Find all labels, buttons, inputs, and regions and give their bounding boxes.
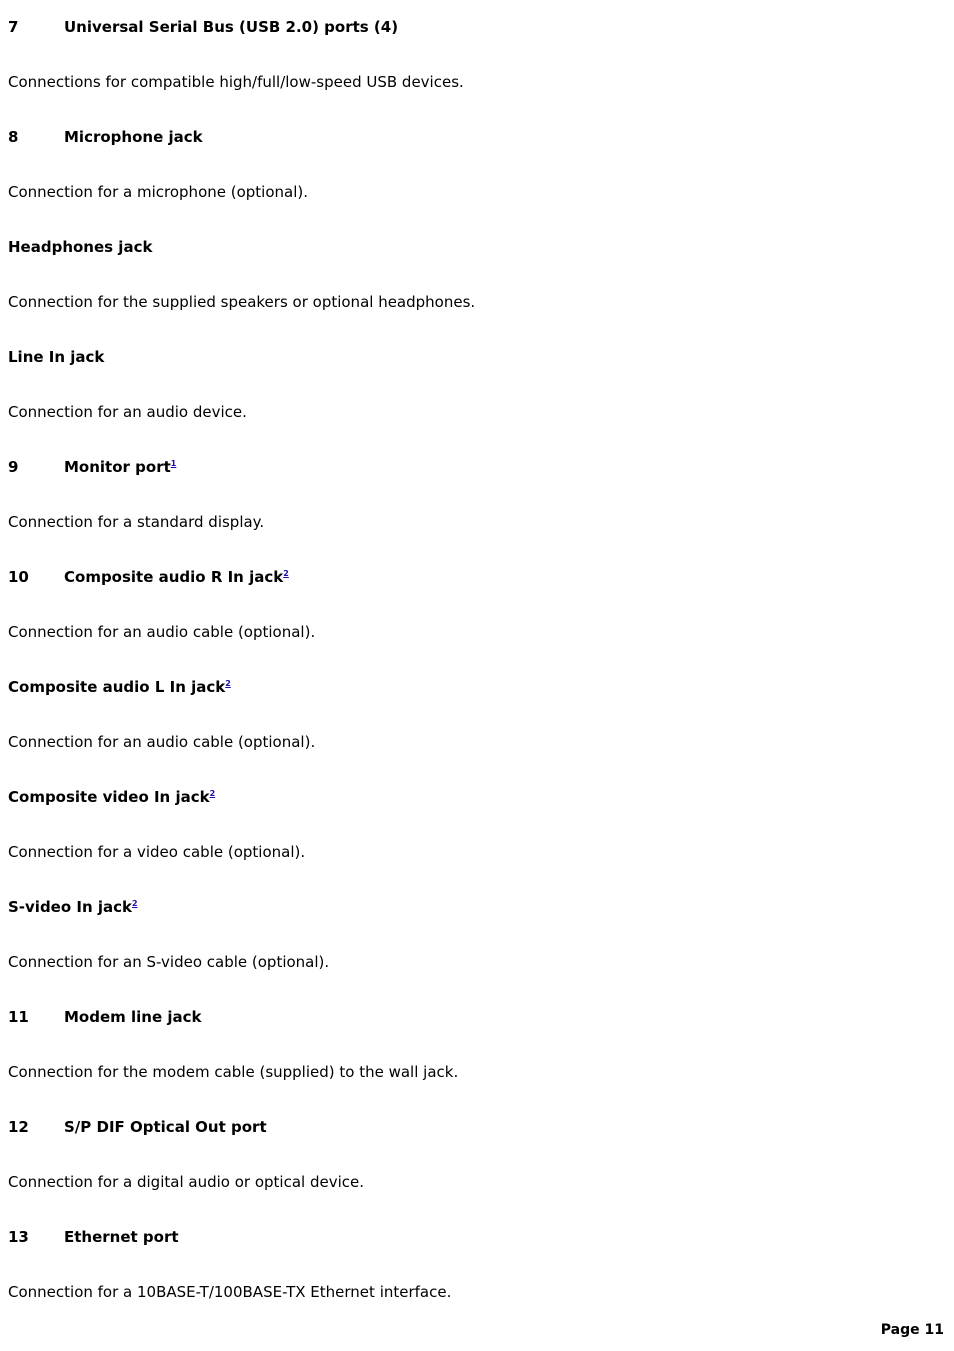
port-entry-label: Headphones jack: [8, 238, 153, 256]
port-entry-number: 9: [8, 458, 19, 476]
port-entry: 13 Ethernet port Connection for a 10BASE-T…: [8, 1228, 944, 1302]
port-entry-label: Modem line jack: [64, 1008, 202, 1026]
port-entry: 7 Universal Serial Bus (USB 2.0) ports (4…: [8, 18, 944, 128]
port-entry-label: Composite audio R In jack: [64, 568, 284, 586]
port-entry-label: Composite audio L In jack: [8, 678, 226, 696]
port-entry-description: Connection for the supplied speakers or …: [8, 293, 476, 311]
port-entry-description: Connections for compatible high/full/low…: [8, 73, 464, 91]
port-entry-description: Connection for a microphone (optional).: [8, 183, 309, 201]
port-entry-label: Monitor port: [64, 458, 171, 476]
port-entry-description: Connection for a video cable (optional).: [8, 843, 306, 861]
port-description-list: 7 Universal Serial Bus (USB 2.0) ports (4…: [8, 18, 944, 1302]
port-entry: Line In jack Connection for an audio devi…: [8, 348, 944, 458]
port-entry-heading: 11 Modem line jack: [8, 1008, 944, 1027]
port-entry: 11 Modem line jack Connection for the mode…: [8, 1008, 944, 1118]
port-entry-heading: 10 Composite audio R In jack2: [8, 568, 944, 587]
footnote-reference-link[interactable]: 1: [171, 459, 177, 468]
port-entry-number: 12: [8, 1118, 29, 1136]
port-entry-heading: 13 Ethernet port: [8, 1228, 944, 1247]
footnote-reference-link[interactable]: 2: [132, 899, 138, 908]
port-entry-heading: S-video In jack2: [8, 898, 944, 917]
port-entry-heading: Composite video In jack2: [8, 788, 944, 807]
port-entry-label: Line In jack: [8, 348, 105, 366]
page-number-footer: Page 11: [880, 1322, 944, 1338]
port-entry-number: 13: [8, 1228, 29, 1246]
port-entry-description: Connection for an S-video cable (optiona…: [8, 953, 330, 971]
port-entry-description: Connection for a standard display.: [8, 513, 265, 531]
port-entry: 9 Monitor port1 Connection for a standard …: [8, 458, 944, 568]
port-entry: Headphones jack Connection for the suppli…: [8, 238, 944, 348]
port-entry-heading: Headphones jack: [8, 238, 944, 257]
port-entry-label: Ethernet port: [64, 1228, 179, 1246]
port-entry-heading: 9 Monitor port1: [8, 458, 944, 477]
port-entry-description: Connection for a digital audio or optica…: [8, 1173, 364, 1191]
port-entry-description: Connection for an audio cable (optional)…: [8, 623, 316, 641]
port-entry: 10 Composite audio R In jack2 Connection f…: [8, 568, 944, 678]
port-entry-heading: 12 S/P DIF Optical Out port: [8, 1118, 944, 1137]
port-entry-number: 11: [8, 1008, 29, 1026]
port-entry-description: Connection for an audio device.: [8, 403, 247, 421]
document-page: 7 Universal Serial Bus (USB 2.0) ports (4…: [0, 0, 954, 1351]
footnote-reference-link[interactable]: 2: [283, 569, 289, 578]
footnote-reference-link[interactable]: 2: [210, 789, 216, 798]
port-entry-heading: Line In jack: [8, 348, 944, 367]
port-entry-label: S-video In jack: [8, 898, 132, 916]
port-entry-label: Composite video In jack: [8, 788, 210, 806]
port-entry: 8 Microphone jack Connection for a microph…: [8, 128, 944, 238]
port-entry-heading: 7 Universal Serial Bus (USB 2.0) ports (4…: [8, 18, 944, 37]
port-entry-number: 8: [8, 128, 19, 146]
port-entry-description: Connection for an audio cable (optional)…: [8, 733, 316, 751]
port-entry: Composite video In jack2 Connection for a…: [8, 788, 944, 898]
port-entry-description: Connection for a 10BASE-T/100BASE-TX Eth…: [8, 1283, 452, 1301]
port-entry-heading: Composite audio L In jack2: [8, 678, 944, 697]
footnote-reference-link[interactable]: 2: [225, 679, 231, 688]
port-entry-label: Microphone jack: [64, 128, 203, 146]
port-entry-description: Connection for the modem cable (supplied…: [8, 1063, 459, 1081]
port-entry: Composite audio L In jack2 Connection for…: [8, 678, 944, 788]
port-entry-heading: 8 Microphone jack: [8, 128, 944, 147]
port-entry: S-video In jack2 Connection for an S-vide…: [8, 898, 944, 1008]
port-entry-label: Universal Serial Bus (USB 2.0) ports (4): [64, 18, 399, 36]
port-entry-label: S/P DIF Optical Out port: [64, 1118, 267, 1136]
port-entry: 12 S/P DIF Optical Out port Connection for…: [8, 1118, 944, 1228]
port-entry-number: 7: [8, 18, 19, 36]
port-entry-number: 10: [8, 568, 29, 586]
